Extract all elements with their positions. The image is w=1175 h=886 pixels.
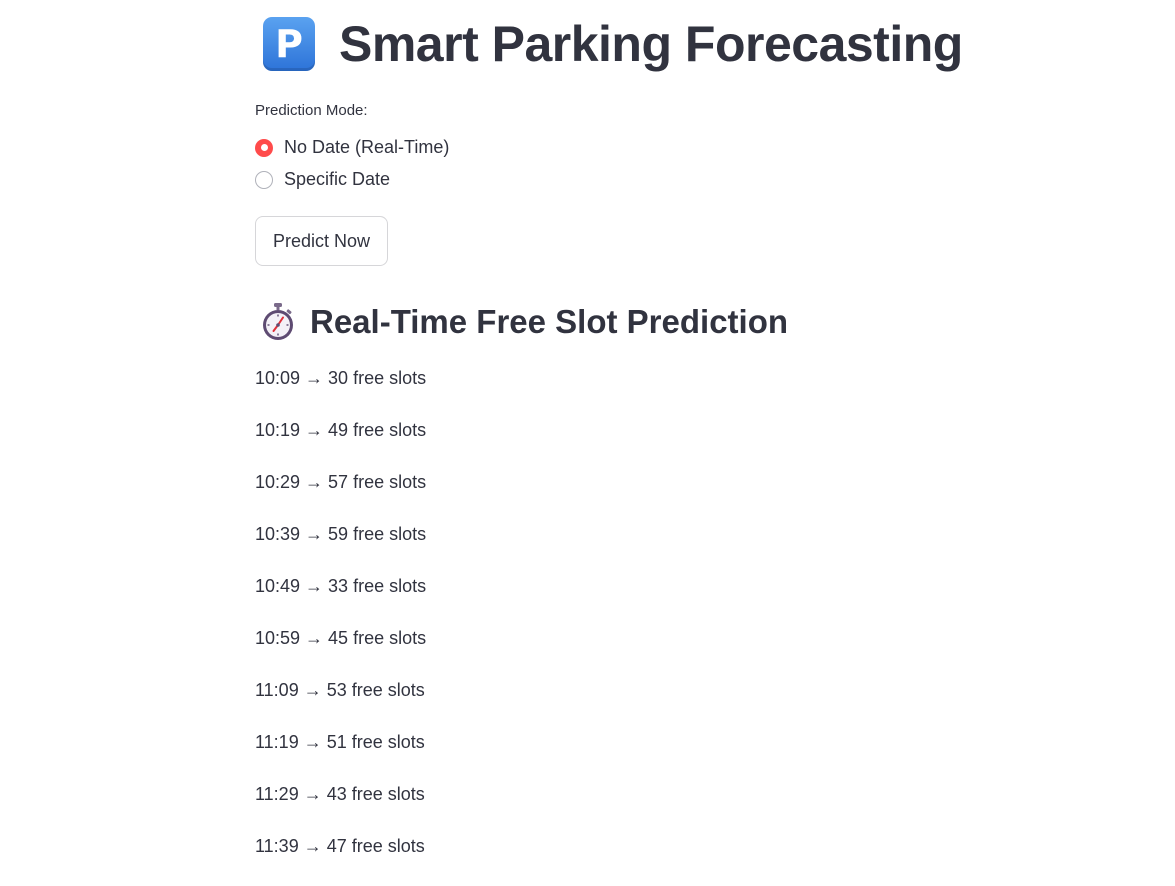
- prediction-item: 11:39 → 47 free slots: [255, 836, 425, 856]
- radio-option-label: No Date (Real-Time): [284, 137, 450, 157]
- prediction-item: 10:09 → 30 free slots: [255, 368, 427, 388]
- radio-option-label: Specific Date: [284, 169, 391, 189]
- prediction-list: 10:09 → 30 free slots 10:19 → 49 free sl…: [255, 366, 426, 886]
- prediction-item: 10:49 → 33 free slots: [255, 576, 427, 596]
- radio-option-no-date[interactable]: No Date (Real-Time): [255, 137, 449, 158]
- prediction-mode-label: Prediction Mode:: [255, 102, 368, 119]
- radio-button-unselected[interactable]: [255, 170, 273, 189]
- stopwatch-icon: [263, 303, 293, 340]
- results-title: Real-Time Free Slot Prediction: [310, 303, 789, 340]
- prediction-item: 11:29 → 43 free slots: [255, 784, 425, 804]
- radio-button-selected[interactable]: [255, 138, 273, 157]
- results-header: Real-Time Free Slot Prediction: [261, 300, 788, 344]
- page-header: P Smart Parking Forecasting: [263, 12, 963, 76]
- prediction-item: 11:09 → 53 free slots: [255, 680, 425, 700]
- radio-option-specific-date[interactable]: Specific Date: [255, 169, 390, 190]
- prediction-item: 10:39 → 59 free slots: [255, 524, 427, 544]
- predict-now-button[interactable]: Predict Now: [255, 216, 388, 266]
- prediction-item: 10:59 → 45 free slots: [255, 628, 427, 648]
- prediction-item: 10:19 → 49 free slots: [255, 420, 427, 440]
- parking-p-glyph: P: [275, 22, 303, 66]
- page-title: Smart Parking Forecasting: [339, 16, 963, 72]
- parking-p-icon: P: [263, 17, 315, 71]
- prediction-item: 11:19 → 51 free slots: [255, 732, 425, 752]
- prediction-item: 10:29 → 57 free slots: [255, 472, 427, 492]
